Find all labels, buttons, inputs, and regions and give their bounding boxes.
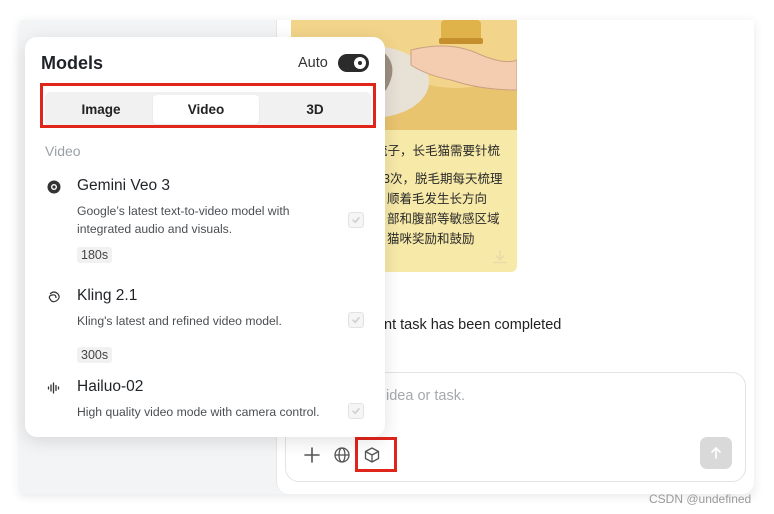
auto-label: Auto: [298, 55, 328, 71]
section-label: Video: [45, 143, 81, 159]
model-description: High quality video mode with camera cont…: [77, 405, 320, 419]
plus-icon[interactable]: [300, 443, 324, 467]
models-panel: Models Auto Image Video 3D Video Gemini …: [25, 37, 385, 437]
duration-badge: 300s: [77, 347, 113, 363]
composer-input[interactable]: [386, 388, 716, 404]
check-icon: [352, 317, 360, 324]
model-checkbox[interactable]: [348, 312, 364, 328]
duration-badge: 180s: [77, 247, 113, 263]
globe-icon[interactable]: [330, 443, 354, 467]
arrow-up-icon: [711, 447, 721, 459]
model-checkbox[interactable]: [348, 212, 364, 228]
panel-title: Models: [41, 53, 104, 73]
screenshot-stage: 梳子，长毛猫需要针梳 3次，脱毛期每天梳理 顺着毛发生长方向 部和腹部等敏感区域…: [0, 0, 774, 514]
send-button[interactable]: [700, 437, 732, 469]
kling-icon: [47, 290, 61, 304]
task-status-text: nt task has been completed: [384, 317, 562, 333]
cube-highlight-box: [355, 437, 397, 472]
auto-toggle[interactable]: [338, 54, 369, 72]
download-icon[interactable]: [491, 248, 509, 266]
model-description: Kling's latest and refined video model.: [77, 314, 282, 328]
check-icon: [352, 217, 360, 224]
model-name: Kling 2.1: [77, 287, 138, 304]
model-name: Gemini Veo 3: [77, 177, 171, 194]
toggle-knob: [354, 57, 366, 69]
check-icon: [352, 408, 360, 415]
hailuo-icon: [47, 381, 61, 395]
model-name: Hailuo-02: [77, 378, 144, 395]
gemini-icon: [47, 180, 61, 194]
tabs-highlight-box: [40, 83, 376, 128]
model-description: Google’s latest text-to-video model with…: [77, 204, 290, 236]
model-checkbox[interactable]: [348, 403, 364, 419]
watermark: CSDN @undefined: [649, 492, 752, 506]
